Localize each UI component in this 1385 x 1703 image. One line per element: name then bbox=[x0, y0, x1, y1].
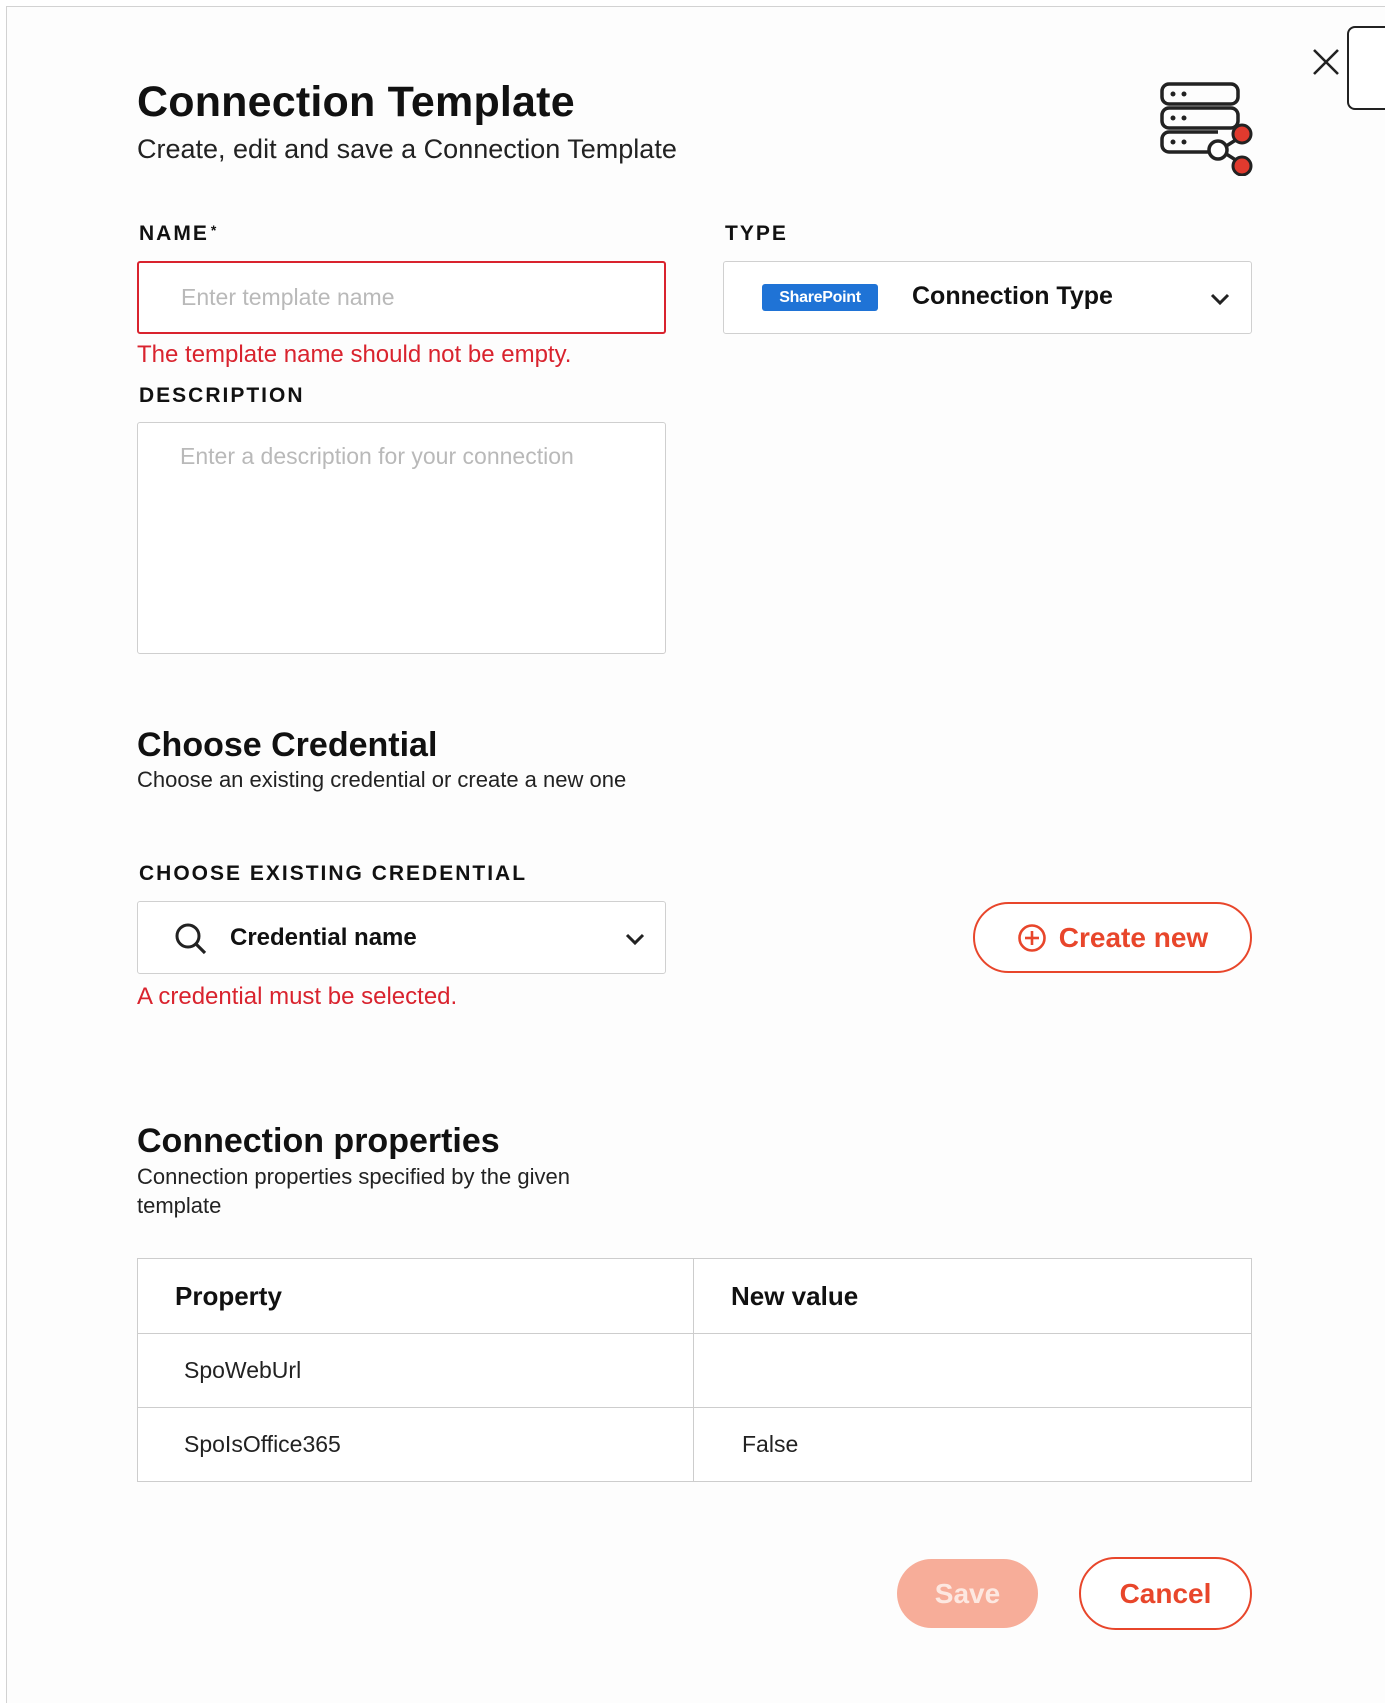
chevron-down-icon bbox=[1210, 293, 1230, 306]
save-button[interactable]: Save bbox=[897, 1559, 1038, 1628]
name-label: NAME * bbox=[139, 222, 218, 246]
connection-properties-title: Connection properties bbox=[137, 1122, 500, 1160]
credential-select[interactable]: Credential name bbox=[137, 901, 666, 974]
close-button[interactable] bbox=[1308, 44, 1344, 80]
connection-type-value: Connection Type bbox=[912, 282, 1113, 310]
existing-credential-label: CHOOSE EXISTING CREDENTIAL bbox=[139, 862, 528, 885]
close-icon bbox=[1313, 49, 1339, 75]
table-row: SpoIsOffice365 False bbox=[137, 1407, 1252, 1482]
page-subtitle: Create, edit and save a Connection Templ… bbox=[137, 134, 677, 164]
chevron-down-icon bbox=[625, 933, 645, 946]
property-cell: SpoIsOffice365 bbox=[137, 1407, 694, 1482]
connection-properties-table: Property New value SpoWebUrl SpoIsOffice… bbox=[137, 1258, 1252, 1482]
create-new-label: Create new bbox=[1058, 921, 1209, 953]
new-value-cell[interactable] bbox=[693, 1333, 1252, 1408]
sharepoint-badge: SharePoint bbox=[762, 284, 878, 311]
choose-credential-subtitle: Choose an existing credential or create … bbox=[137, 767, 627, 792]
name-error-message: The template name should not be empty. bbox=[137, 341, 572, 368]
name-label-text: NAME bbox=[139, 222, 209, 245]
required-marker: * bbox=[210, 222, 219, 238]
description-label: DESCRIPTION bbox=[139, 384, 305, 407]
connection-properties-subtitle: Connection properties specified by the g… bbox=[137, 1164, 570, 1218]
table-header-row: Property New value bbox=[137, 1258, 1252, 1334]
credential-error-message: A credential must be selected. bbox=[137, 983, 458, 1010]
column-header-new-value: New value bbox=[693, 1258, 1252, 1334]
template-name-input[interactable] bbox=[137, 261, 666, 334]
create-new-credential-button[interactable]: Create new bbox=[973, 902, 1252, 973]
choose-credential-title: Choose Credential bbox=[137, 726, 438, 764]
search-icon bbox=[175, 923, 207, 955]
page-title: Connection Template bbox=[137, 78, 575, 126]
credential-select-value: Credential name bbox=[230, 924, 417, 951]
cancel-button[interactable]: Cancel bbox=[1079, 1557, 1252, 1630]
server-share-icon bbox=[1160, 82, 1253, 176]
description-textarea[interactable] bbox=[137, 422, 666, 654]
side-panel-handle[interactable] bbox=[1347, 26, 1385, 110]
property-cell: SpoWebUrl bbox=[137, 1333, 694, 1408]
new-value-cell[interactable]: False bbox=[693, 1407, 1252, 1482]
plus-circle-icon bbox=[1017, 923, 1046, 952]
type-label: TYPE bbox=[725, 222, 788, 245]
table-row: SpoWebUrl bbox=[137, 1333, 1252, 1408]
connection-type-select[interactable]: SharePoint Connection Type bbox=[723, 261, 1252, 334]
column-header-property: Property bbox=[137, 1258, 694, 1334]
